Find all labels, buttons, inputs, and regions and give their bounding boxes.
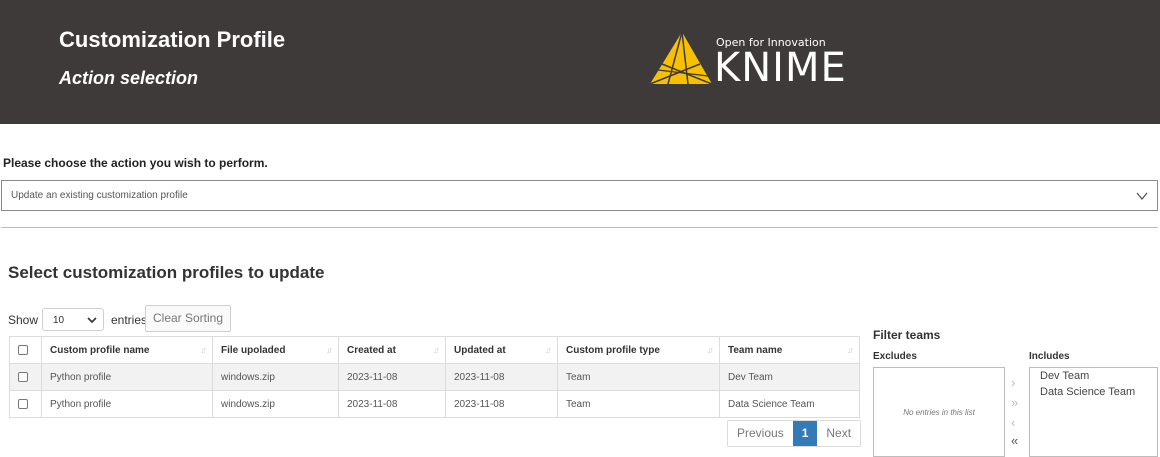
clear-sorting-button[interactable]: Clear Sorting — [145, 305, 231, 332]
table-row[interactable]: Python profile windows.zip 2023-11-08 20… — [9, 390, 860, 418]
sort-icon: ↓↑ — [326, 345, 333, 355]
page-length-value: 10 — [53, 315, 65, 326]
knime-logo-icon — [649, 31, 712, 85]
table-cell: Python profile — [41, 363, 213, 391]
sort-icon: ↓↑ — [433, 345, 440, 355]
select-all-checkbox-cell[interactable] — [9, 336, 42, 364]
move-all-right-icon[interactable]: » — [1011, 396, 1018, 410]
includes-label: Includes — [1029, 351, 1070, 362]
excludes-empty-message: No entries in this list — [903, 408, 975, 417]
column-header-type[interactable]: Custom profile type ↓↑ — [557, 336, 720, 364]
table-cell: Python profile — [41, 390, 213, 418]
table-cell: windows.zip — [212, 390, 339, 418]
section-divider — [1, 227, 1158, 228]
sort-icon: ↓↑ — [847, 345, 854, 355]
action-select-value: Update an existing customization profile — [11, 190, 188, 201]
column-header-file[interactable]: File upoladed ↓↑ — [212, 336, 339, 364]
pagination: Previous 1 Next — [727, 420, 862, 447]
page-subtitle: Action selection — [59, 68, 199, 88]
table-cell: Dev Team — [719, 363, 860, 391]
includes-list[interactable]: Dev Team Data Science Team — [1029, 367, 1158, 457]
action-prompt: Please choose the action you wish to per… — [3, 156, 268, 170]
table-cell: Data Science Team — [719, 390, 860, 418]
table-row[interactable]: Python profile windows.zip 2023-11-08 20… — [9, 363, 860, 391]
action-select[interactable]: Update an existing customization profile — [1, 180, 1158, 211]
table-cell: 2023-11-08 — [445, 363, 558, 391]
sort-icon: ↓↑ — [545, 345, 552, 355]
includes-item-data-science-team[interactable]: Data Science Team — [1030, 384, 1157, 400]
table-cell: Team — [557, 390, 720, 418]
entries-label: entries — [111, 313, 148, 327]
move-left-icon[interactable]: ‹ — [1011, 416, 1015, 430]
chevron-down-icon — [87, 317, 97, 324]
move-right-icon[interactable]: › — [1011, 376, 1015, 390]
row-checkbox-cell[interactable] — [9, 363, 42, 391]
column-header-updated[interactable]: Updated at ↓↑ — [445, 336, 558, 364]
row-checkbox[interactable] — [18, 398, 28, 409]
logo-wordmark: KNIME — [714, 45, 847, 91]
column-header-team[interactable]: Team name ↓↑ — [719, 336, 860, 364]
excludes-list[interactable]: No entries in this list — [873, 367, 1005, 457]
table-cell: 2023-11-08 — [338, 363, 446, 391]
excludes-label: Excludes — [873, 351, 917, 362]
page-length-select[interactable]: 10 — [42, 308, 104, 331]
row-checkbox-cell[interactable] — [9, 390, 42, 418]
page-title: Customization Profile — [59, 27, 286, 52]
includes-item-dev-team[interactable]: Dev Team — [1030, 368, 1157, 384]
show-label: Show — [8, 313, 39, 327]
previous-page-button[interactable]: Previous — [728, 421, 793, 446]
column-header-created[interactable]: Created at ↓↑ — [338, 336, 446, 364]
filter-teams-title: Filter teams — [873, 328, 941, 342]
row-checkbox[interactable] — [18, 371, 28, 382]
column-header-name[interactable]: Custom profile name ↓↑ — [41, 336, 213, 364]
move-all-left-icon[interactable]: « — [1011, 434, 1018, 448]
next-page-button[interactable]: Next — [817, 421, 861, 446]
table-cell: 2023-11-08 — [445, 390, 558, 418]
header-banner: Customization Profile Action selection O… — [0, 0, 1160, 124]
sort-icon: ↓↑ — [707, 345, 714, 355]
chevron-down-icon — [1136, 192, 1148, 201]
profiles-table: Custom profile name ↓↑ File upoladed ↓↑ Cr… — [9, 336, 860, 418]
knime-logo: Open for Innovation KNIME — [648, 30, 864, 90]
table-cell: Team — [557, 363, 720, 391]
section-title: Select customization profiles to update — [8, 263, 325, 282]
table-cell: 2023-11-08 — [338, 390, 446, 418]
sort-icon: ↓↑ — [200, 345, 207, 355]
table-cell: windows.zip — [212, 363, 339, 391]
page-1-button[interactable]: 1 — [792, 421, 818, 446]
select-all-checkbox[interactable] — [18, 344, 28, 355]
table-header-row: Custom profile name ↓↑ File upoladed ↓↑ Cr… — [9, 336, 860, 364]
